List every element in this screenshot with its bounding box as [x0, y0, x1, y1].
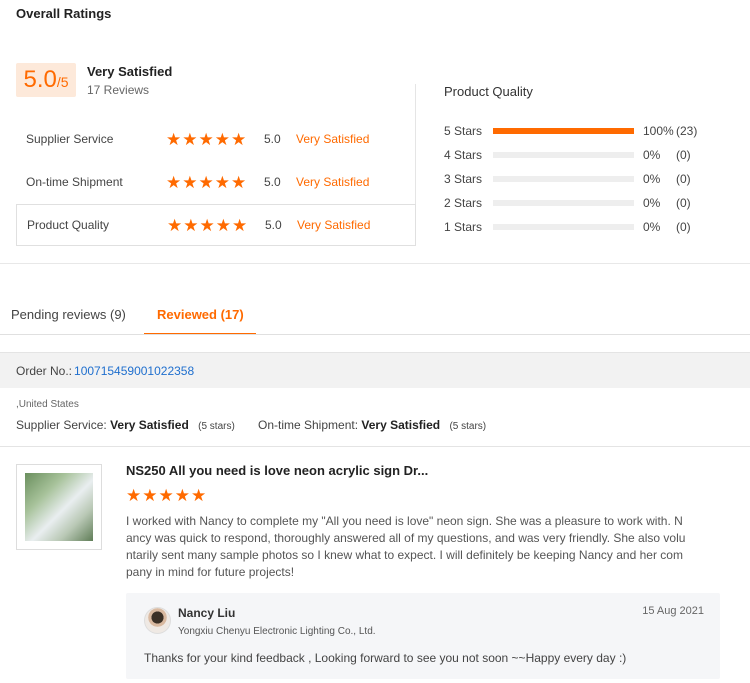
review-text: I worked with Nancy to complete my "All … [126, 514, 686, 579]
star-icon: ★ [166, 129, 182, 149]
star-icon: ★ [126, 486, 142, 505]
pq-row-1-stars: 1 Stars 0% (0) [444, 219, 744, 235]
overall-score: 5.0 [23, 66, 57, 93]
pq-bar [493, 128, 634, 134]
star-icon: ★ [231, 129, 247, 149]
rating-desc: Very Satisfied [296, 175, 370, 189]
star-icon: ★ [174, 486, 190, 505]
overall-score-box: 5.0 /5 [16, 63, 76, 97]
order-number-link[interactable]: 100715459001022358 [74, 364, 194, 378]
pq-row-2-stars: 2 Stars 0% (0) [444, 195, 744, 211]
pq-star-label: 4 Stars [444, 148, 483, 162]
pq-bar-fill [493, 128, 634, 134]
overall-score-suffix: /5 [56, 74, 69, 90]
pq-star-label: 1 Stars [444, 220, 483, 234]
pq-star-label: 3 Stars [444, 172, 483, 186]
rating-desc: Very Satisfied [297, 218, 371, 232]
pq-pct: 100% [643, 124, 674, 138]
star-icon: ★ [232, 215, 248, 235]
pq-bar [493, 176, 634, 182]
tabs-baseline [0, 334, 750, 335]
order-label: Order No.: [16, 363, 73, 378]
product-quality-title: Product Quality [444, 84, 533, 99]
supplier-service-label: Supplier Service: [16, 418, 107, 432]
pq-count: (0) [676, 220, 691, 234]
rating-label: Supplier Service [26, 132, 114, 146]
rating-value: 5.0 [264, 132, 281, 146]
on-time-shipment-stars: (5 stars) [449, 421, 487, 432]
star-icon: ★ [183, 215, 199, 235]
pq-star-label: 5 Stars [444, 124, 483, 138]
pq-count: (0) [676, 148, 691, 162]
star-icon: ★ [215, 215, 231, 235]
pq-pct: 0% [643, 148, 661, 162]
pq-bar [493, 152, 634, 158]
rating-value: 5.0 [264, 175, 281, 189]
star-icon: ★ [198, 129, 214, 149]
rating-value: 5.0 [265, 218, 282, 232]
on-time-shipment-rating: On-time Shipment: Very Satisfied (5 star… [258, 418, 486, 432]
pq-row-5-stars: 5 Stars 100% (23) [444, 123, 744, 139]
rating-desc: Very Satisfied [296, 132, 370, 146]
pq-bar [493, 200, 634, 206]
pq-star-label: 2 Stars [444, 196, 483, 210]
product-title-link[interactable]: NS250 All you need is love neon acrylic … [126, 463, 428, 478]
rating-label: Product Quality [27, 218, 110, 232]
supplier-reply: Nancy Liu Yongxiu Chenyu Electronic Ligh… [126, 593, 720, 679]
pq-row-4-stars: 4 Stars 0% (0) [444, 147, 744, 163]
rating-row-on-time-shipment: On-time Shipment ★ ★ ★ ★ ★ 5.0 Very Satisfie… [16, 161, 416, 203]
rating-stars: ★ ★ ★ ★ ★ [166, 174, 262, 191]
product-thumbnail[interactable] [16, 464, 102, 550]
review-stars: ★ ★ ★ ★ ★ [126, 487, 206, 504]
reply-date: 15 Aug 2021 [642, 605, 704, 617]
overall-label: Very Satisfied [87, 64, 173, 79]
star-icon: ★ [214, 172, 230, 192]
supplier-avatar [144, 607, 171, 634]
review-divider [0, 446, 750, 447]
product-image [25, 473, 93, 541]
star-icon: ★ [214, 129, 230, 149]
pq-pct: 0% [643, 220, 661, 234]
rating-stars: ★ ★ ★ ★ ★ [166, 131, 262, 148]
star-icon: ★ [158, 486, 174, 505]
overall-ratings-title: Overall Ratings [16, 6, 112, 21]
rating-row-product-quality[interactable]: Product Quality ★ ★ ★ ★ ★ 5.0 Very Satisfied [16, 204, 416, 246]
rating-stars: ★ ★ ★ ★ ★ [167, 217, 263, 234]
reply-company-name: Yongxiu Chenyu Electronic Lighting Co., … [178, 626, 376, 637]
star-icon: ★ [199, 215, 215, 235]
buyer-country: ,United States [16, 399, 79, 410]
star-icon: ★ [166, 172, 182, 192]
star-icon: ★ [198, 172, 214, 192]
order-bar: Order No.: 100715459001022358 [0, 352, 750, 388]
supplier-service-rating: Supplier Service: Very Satisfied (5 star… [16, 418, 235, 432]
pq-pct: 0% [643, 172, 661, 186]
pq-pct: 0% [643, 196, 661, 210]
supplier-service-value: Very Satisfied [110, 418, 189, 432]
review-count: 17 Reviews [87, 83, 150, 97]
pq-bar [493, 224, 634, 230]
pq-row-3-stars: 3 Stars 0% (0) [444, 171, 744, 187]
on-time-shipment-value: Very Satisfied [361, 418, 441, 432]
rating-label: On-time Shipment [26, 175, 123, 189]
star-icon: ★ [182, 172, 198, 192]
section-separator [0, 263, 750, 264]
reply-author-name: Nancy Liu [178, 606, 236, 620]
pq-count: (0) [676, 196, 691, 210]
star-icon: ★ [191, 486, 207, 505]
star-icon: ★ [142, 486, 158, 505]
pq-count: (23) [676, 124, 698, 138]
star-icon: ★ [182, 129, 198, 149]
tab-pending-reviews[interactable]: Pending reviews (9) [11, 307, 126, 322]
reply-text: Thanks for your kind feedback , Looking … [144, 651, 627, 665]
tab-reviewed[interactable]: Reviewed (17) [157, 307, 244, 322]
star-icon: ★ [167, 215, 183, 235]
pq-count: (0) [676, 172, 691, 186]
supplier-service-stars: (5 stars) [198, 421, 235, 432]
on-time-shipment-label: On-time Shipment: [258, 418, 359, 432]
star-icon: ★ [231, 172, 247, 192]
rating-row-supplier-service: Supplier Service ★ ★ ★ ★ ★ 5.0 Very Satisfie… [16, 118, 416, 160]
